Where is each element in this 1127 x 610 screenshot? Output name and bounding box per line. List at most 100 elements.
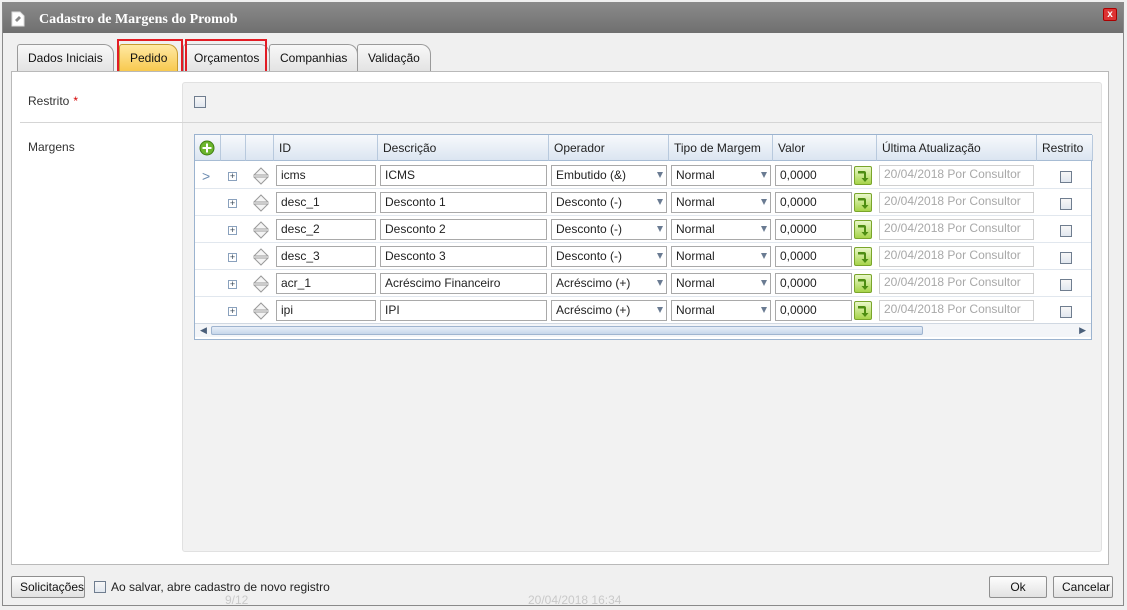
table-row[interactable]: + acr_1 Acréscimo Financeiro Acréscimo (+) N… bbox=[195, 270, 1091, 297]
column-header-ultima-atualizacao[interactable]: Última Atualização bbox=[877, 135, 1037, 161]
operador-select[interactable]: Acréscimo (+) bbox=[551, 300, 667, 321]
apply-arrow-button[interactable] bbox=[854, 193, 872, 212]
expand-row-icon[interactable]: + bbox=[228, 226, 237, 235]
id-field[interactable]: desc_2 bbox=[276, 219, 376, 240]
expand-row-icon[interactable]: + bbox=[228, 253, 237, 262]
solicitacoes-button[interactable]: Solicitações bbox=[11, 576, 85, 598]
operador-select[interactable]: Acréscimo (+) bbox=[551, 273, 667, 294]
descricao-field[interactable]: Acréscimo Financeiro bbox=[380, 273, 547, 294]
descricao-field[interactable]: Desconto 2 bbox=[380, 219, 547, 240]
descricao-field[interactable]: Desconto 3 bbox=[380, 246, 547, 267]
tipo-margem-select[interactable]: Normal bbox=[671, 273, 771, 294]
cancel-button[interactable]: Cancelar bbox=[1053, 576, 1113, 598]
operador-select[interactable]: Desconto (-) bbox=[551, 219, 667, 240]
tab-companhias[interactable]: Companhias bbox=[269, 44, 359, 71]
tipo-margem-select[interactable]: Normal bbox=[671, 219, 771, 240]
operador-select[interactable]: Embutido (&) bbox=[551, 165, 667, 186]
valor-field[interactable]: 0,0000 bbox=[775, 300, 852, 321]
tipo-margem-value: Normal bbox=[676, 195, 715, 209]
expand-row-icon[interactable]: + bbox=[228, 280, 237, 289]
turn-down-arrow-icon bbox=[858, 252, 869, 263]
grid-header-order bbox=[246, 135, 274, 161]
reorder-updown-icon[interactable] bbox=[253, 302, 269, 320]
scrollbar-thumb[interactable] bbox=[211, 326, 923, 335]
valor-field[interactable]: 0,0000 bbox=[775, 246, 852, 267]
apply-arrow-button[interactable] bbox=[854, 166, 872, 185]
margens-grid: ID Descrição Operador Tipo de Margem Val… bbox=[194, 134, 1093, 340]
table-row[interactable]: + desc_3 Desconto 3 Desconto (-) Normal 0,000… bbox=[195, 243, 1091, 270]
table-row[interactable]: + desc_2 Desconto 2 Desconto (-) Normal 0,000… bbox=[195, 216, 1091, 243]
dropdown-arrow-icon bbox=[761, 280, 767, 286]
add-row-icon[interactable] bbox=[199, 140, 215, 156]
ok-button[interactable]: Ok bbox=[989, 576, 1047, 598]
tipo-margem-value: Normal bbox=[676, 303, 715, 317]
row-restrito-checkbox[interactable] bbox=[1060, 252, 1072, 264]
highlight-box-orcamentos bbox=[185, 39, 267, 75]
margens-label: Margens bbox=[28, 140, 75, 154]
row-restrito-checkbox[interactable] bbox=[1060, 306, 1072, 318]
bottom-bar: 20/04/2018 16:34 9/12 Solicitações Ao sa… bbox=[3, 569, 1123, 607]
valor-field[interactable]: 0,0000 bbox=[775, 165, 852, 186]
reorder-updown-icon[interactable] bbox=[253, 194, 269, 212]
column-header-valor[interactable]: Valor bbox=[773, 135, 877, 161]
reorder-updown-icon[interactable] bbox=[253, 167, 269, 185]
close-icon[interactable]: x bbox=[1103, 8, 1117, 21]
reorder-updown-icon[interactable] bbox=[253, 248, 269, 266]
id-field[interactable]: ipi bbox=[276, 300, 376, 321]
id-field[interactable]: acr_1 bbox=[276, 273, 376, 294]
dropdown-arrow-icon bbox=[761, 172, 767, 178]
tipo-margem-select[interactable]: Normal bbox=[671, 165, 771, 186]
column-header-tipo-margem[interactable]: Tipo de Margem bbox=[669, 135, 773, 161]
row-restrito-checkbox[interactable] bbox=[1060, 225, 1072, 237]
save-option-checkbox[interactable] bbox=[94, 581, 106, 593]
expand-row-icon[interactable]: + bbox=[228, 307, 237, 316]
id-field[interactable]: icms bbox=[276, 165, 376, 186]
scroll-left-icon[interactable]: ◀ bbox=[200, 325, 207, 336]
column-header-restrito[interactable]: Restrito bbox=[1037, 135, 1093, 161]
descricao-field[interactable]: ICMS bbox=[380, 165, 547, 186]
column-header-descricao[interactable]: Descrição bbox=[378, 135, 549, 161]
ultima-atualizacao-field: 20/04/2018 Por Consultor bbox=[879, 219, 1034, 240]
highlight-box-pedido bbox=[117, 39, 183, 75]
tab-label: Dados Iniciais bbox=[28, 51, 103, 65]
tab-validacao[interactable]: Validação bbox=[357, 44, 431, 71]
dropdown-arrow-icon bbox=[657, 172, 663, 178]
scroll-right-icon[interactable]: ▶ bbox=[1079, 325, 1086, 336]
operador-value: Embutido (&) bbox=[556, 168, 627, 182]
valor-field[interactable]: 0,0000 bbox=[775, 273, 852, 294]
id-field[interactable]: desc_3 bbox=[276, 246, 376, 267]
expand-row-icon[interactable]: + bbox=[228, 172, 237, 181]
expand-row-icon[interactable]: + bbox=[228, 199, 237, 208]
valor-field[interactable]: 0,0000 bbox=[775, 219, 852, 240]
horizontal-scrollbar[interactable]: ◀ ▶ bbox=[195, 323, 1091, 337]
ultima-atualizacao-field: 20/04/2018 Por Consultor bbox=[879, 246, 1034, 267]
reorder-updown-icon[interactable] bbox=[253, 275, 269, 293]
tipo-margem-select[interactable]: Normal bbox=[671, 246, 771, 267]
reorder-updown-icon[interactable] bbox=[253, 221, 269, 239]
tipo-margem-select[interactable]: Normal bbox=[671, 300, 771, 321]
document-icon bbox=[11, 11, 25, 27]
table-row[interactable]: + ipi IPI Acréscimo (+) Normal 0,0000 20/04/20… bbox=[195, 297, 1091, 324]
apply-arrow-button[interactable] bbox=[854, 247, 872, 266]
table-row[interactable]: + desc_1 Desconto 1 Desconto (-) Normal 0,000… bbox=[195, 189, 1091, 216]
column-header-operador[interactable]: Operador bbox=[549, 135, 669, 161]
tab-dados-iniciais[interactable]: Dados Iniciais bbox=[17, 44, 114, 71]
operador-select[interactable]: Desconto (-) bbox=[551, 246, 667, 267]
table-row[interactable]: > + icms ICMS Embutido (&) Normal 0,0000 20/04/… bbox=[195, 162, 1091, 189]
valor-field[interactable]: 0,0000 bbox=[775, 192, 852, 213]
apply-arrow-button[interactable] bbox=[854, 220, 872, 239]
descricao-field[interactable]: IPI bbox=[380, 300, 547, 321]
id-field[interactable]: desc_1 bbox=[276, 192, 376, 213]
column-header-id[interactable]: ID bbox=[274, 135, 378, 161]
apply-arrow-button[interactable] bbox=[854, 301, 872, 320]
tipo-margem-select[interactable]: Normal bbox=[671, 192, 771, 213]
row-restrito-checkbox[interactable] bbox=[1060, 198, 1072, 210]
descricao-field[interactable]: Desconto 1 bbox=[380, 192, 547, 213]
apply-arrow-button[interactable] bbox=[854, 274, 872, 293]
row-restrito-checkbox[interactable] bbox=[1060, 171, 1072, 183]
restrito-checkbox[interactable] bbox=[194, 96, 206, 108]
operador-select[interactable]: Desconto (-) bbox=[551, 192, 667, 213]
row-restrito-checkbox[interactable] bbox=[1060, 279, 1072, 291]
background-text: 20/04/2018 16:34 bbox=[528, 593, 622, 607]
dropdown-arrow-icon bbox=[657, 253, 663, 259]
